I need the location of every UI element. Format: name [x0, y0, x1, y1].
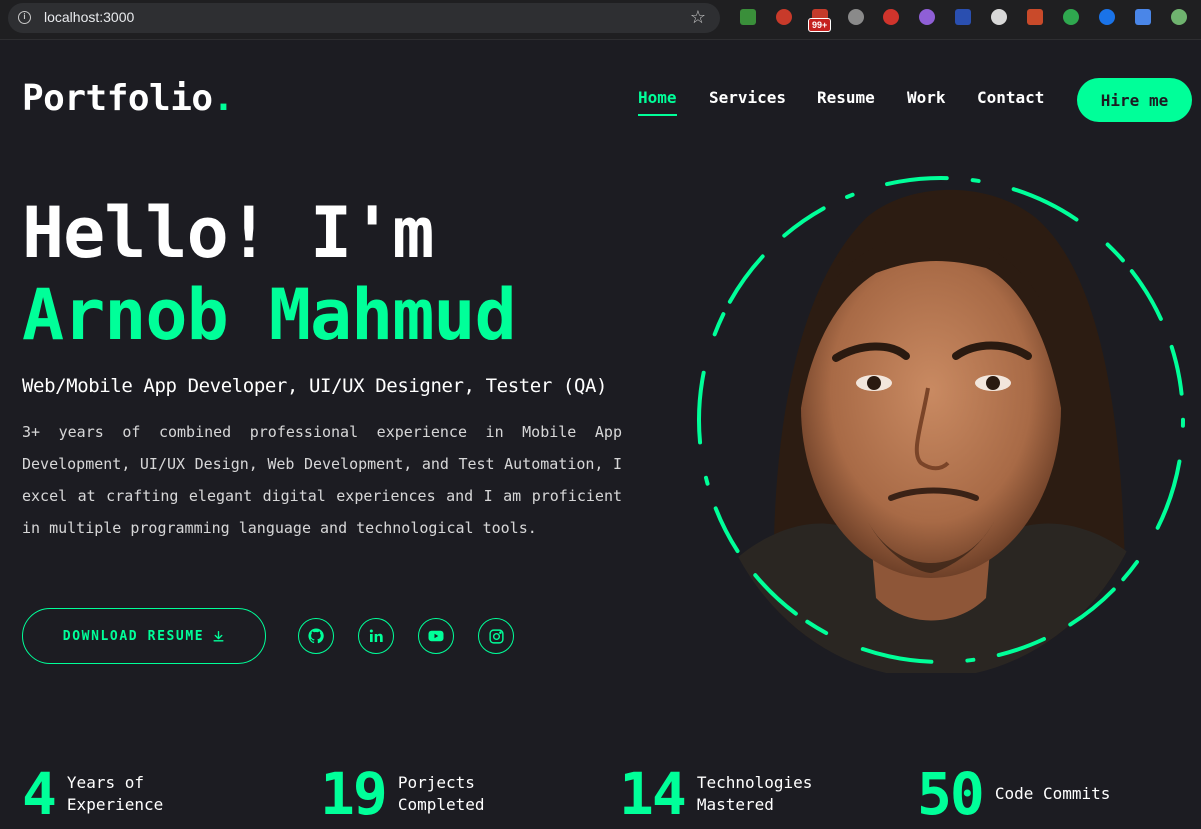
- hire-me-button[interactable]: Hire me: [1077, 78, 1192, 122]
- download-icon: [213, 630, 224, 642]
- extension-puzzle-icon[interactable]: [1027, 9, 1043, 25]
- download-resume-button[interactable]: DOWNLOAD RESUME: [22, 608, 266, 664]
- logo-text: Portfolio: [22, 78, 213, 119]
- instagram-link[interactable]: [478, 618, 514, 654]
- extension-cloud-icon[interactable]: [848, 9, 864, 25]
- extension-stop-icon[interactable]: [776, 9, 792, 25]
- stat-commits: 50 Code Commits: [917, 760, 1125, 828]
- logo-dot: .: [212, 78, 235, 119]
- nav-services[interactable]: Services: [709, 88, 786, 107]
- stat-years-label: Years of Experience: [66, 773, 164, 814]
- youtube-icon: [428, 630, 444, 642]
- nav-resume[interactable]: Resume: [817, 88, 875, 107]
- browser-toolbar: i localhost:3000 ☆ 99+: [0, 0, 1201, 40]
- address-bar[interactable]: i localhost:3000 ☆: [8, 3, 720, 33]
- stat-technologies-label: Technologies Mastered: [696, 773, 813, 814]
- stat-commits-label: Code Commits: [994, 784, 1111, 803]
- youtube-link[interactable]: [418, 618, 454, 654]
- nav-active-indicator: [638, 114, 677, 116]
- hero-bio: 3+ years of combined professional experi…: [22, 423, 622, 537]
- hero-role: Web/Mobile App Developer, UI/UX Designer…: [22, 375, 608, 397]
- nav-home[interactable]: Home: [638, 88, 677, 107]
- stat-technologies-number: 14: [619, 760, 687, 828]
- stat-technologies: 14 Technologies Mastered: [619, 760, 827, 828]
- github-icon: [308, 628, 324, 644]
- site-info-icon[interactable]: i: [18, 11, 31, 24]
- bookmark-star-icon[interactable]: ☆: [690, 7, 706, 28]
- linkedin-icon: [369, 629, 383, 642]
- extension-robot-icon[interactable]: [1171, 9, 1187, 25]
- nav-contact[interactable]: Contact: [977, 88, 1044, 107]
- instagram-icon: [488, 628, 504, 644]
- extension-google-translate-icon[interactable]: [1135, 9, 1151, 25]
- address-url[interactable]: localhost:3000: [44, 9, 134, 25]
- hero-greeting: Hello! I'm: [22, 192, 434, 274]
- github-link[interactable]: [298, 618, 334, 654]
- download-resume-label: DOWNLOAD RESUME: [62, 628, 205, 644]
- extension-translate-icon[interactable]: [955, 9, 971, 25]
- linkedin-link[interactable]: [358, 618, 394, 654]
- hero-name: Arnob Mahmud: [22, 274, 517, 356]
- extension-adblock-icon[interactable]: [883, 9, 899, 25]
- stat-projects-number: 19: [320, 760, 388, 828]
- nav-work[interactable]: Work: [907, 88, 946, 107]
- site-logo[interactable]: Portfolio.: [22, 78, 234, 119]
- extension-shield-icon[interactable]: [740, 9, 756, 25]
- extension-check-icon[interactable]: [1099, 9, 1115, 25]
- stat-projects: 19 Porjects Completed: [320, 760, 528, 828]
- profile-ring-decoration: [697, 176, 1185, 664]
- stat-years-number: 4: [22, 760, 57, 828]
- extension-target-icon[interactable]: [1063, 9, 1079, 25]
- stat-years: 4 Years of Experience: [22, 760, 197, 828]
- stat-commits-number: 50: [917, 760, 985, 828]
- stat-projects-label: Porjects Completed: [397, 773, 485, 814]
- extension-globe-icon[interactable]: [991, 9, 1007, 25]
- extension-badge: 99+: [808, 18, 832, 32]
- extension-block-icon[interactable]: [919, 9, 935, 25]
